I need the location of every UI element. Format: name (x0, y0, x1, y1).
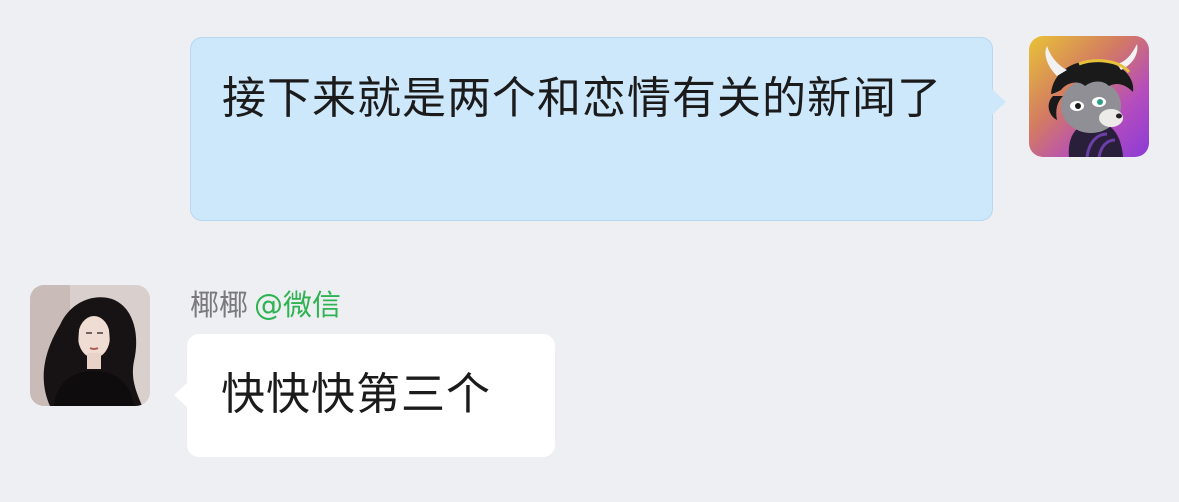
incoming-message-bubble[interactable]: 快快快第三个 (187, 334, 555, 457)
peer-avatar[interactable] (30, 285, 150, 406)
my-avatar[interactable] (1029, 36, 1149, 157)
outgoing-message-text: 接下来就是两个和恋情有关的新闻了 (222, 73, 942, 124)
sender-name[interactable]: 椰椰 (190, 288, 248, 322)
incoming-message[interactable]: 快快快第三个 (174, 334, 555, 457)
outgoing-message-bubble[interactable]: 接下来就是两个和恋情有关的新闻了 (190, 37, 993, 221)
outgoing-bubble-tail (992, 89, 1006, 115)
incoming-bubble-tail (174, 382, 188, 408)
cartoon-avatar-icon (1045, 44, 1138, 157)
incoming-message-text: 快快快第三个 (221, 369, 491, 420)
person-photo-icon (30, 285, 150, 406)
sender-source-tag: @微信 (254, 288, 342, 322)
outgoing-message[interactable]: 接下来就是两个和恋情有关的新闻了 (190, 37, 1006, 221)
sender-line: 椰椰 @微信 (190, 283, 341, 327)
